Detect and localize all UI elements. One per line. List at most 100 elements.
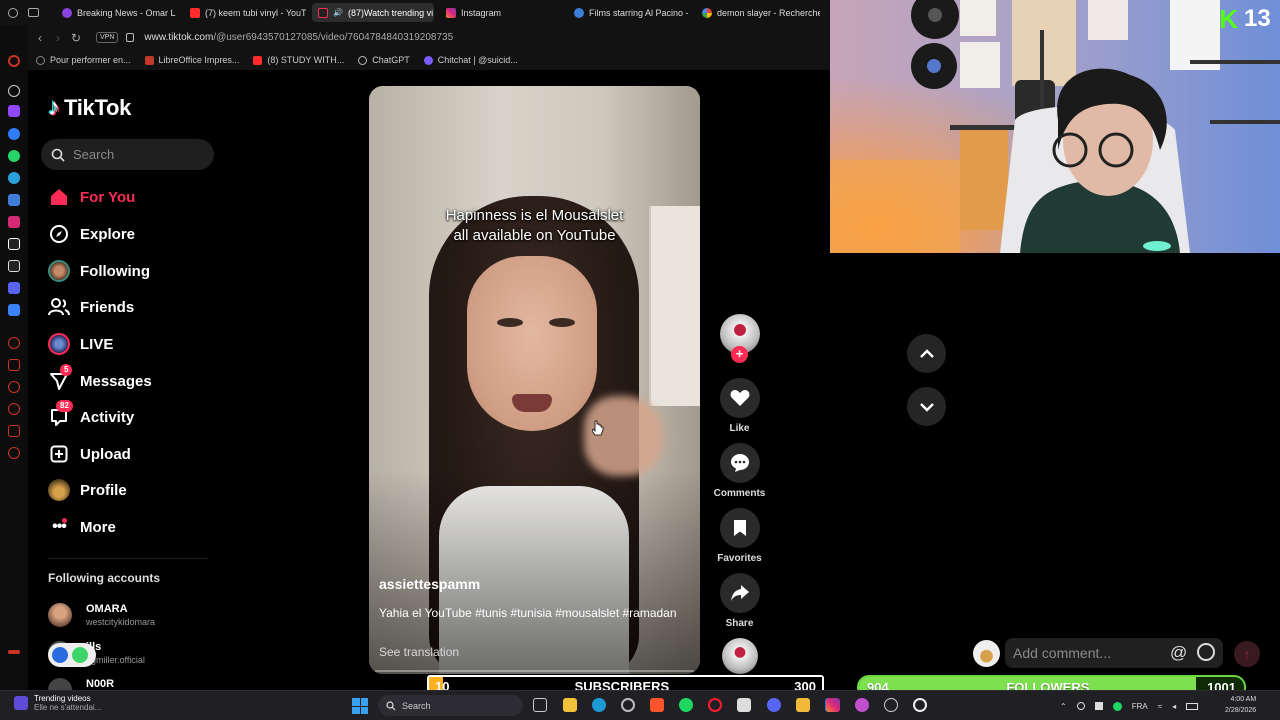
search-input[interactable]: [73, 147, 203, 162]
app-icon[interactable]: [855, 698, 869, 712]
post-comment-button[interactable]: ↑: [1234, 641, 1260, 667]
messenger-icon[interactable]: [8, 128, 20, 140]
tab-list-icon[interactable]: [28, 8, 39, 17]
instagram-icon[interactable]: [826, 698, 840, 712]
video-author[interactable]: assiettespamm: [379, 576, 480, 592]
settings-icon[interactable]: [8, 447, 20, 459]
discord-icon[interactable]: [767, 698, 781, 712]
video-progress-bar[interactable]: [375, 670, 694, 672]
bookmark-item[interactable]: Pour performer en...: [36, 55, 131, 65]
emoji-icon[interactable]: [1197, 643, 1215, 661]
mention-icon[interactable]: @: [1170, 643, 1187, 663]
tab-youtube[interactable]: (7) keem tubi vinyl - YouTu: [184, 3, 306, 22]
opera-icon[interactable]: [708, 698, 722, 712]
tab-google-search[interactable]: demon slayer - Recherche: [696, 3, 820, 22]
share-button[interactable]: Share: [713, 573, 766, 629]
player-icon[interactable]: [8, 359, 20, 371]
settings-icon[interactable]: [621, 698, 635, 712]
spotify-icon[interactable]: [679, 698, 693, 712]
notification-widget[interactable]: Trending videos Elle ne s'attendai...: [14, 694, 101, 712]
folder-icon[interactable]: [796, 698, 810, 712]
tiktok-icon[interactable]: [8, 238, 20, 250]
battery-icon[interactable]: [1186, 702, 1199, 710]
profile-icon[interactable]: [8, 7, 18, 18]
bookmark-item[interactable]: Chitchat | @suicid...: [423, 55, 518, 65]
tab-instagram[interactable]: Instagram: [440, 3, 560, 22]
tiktok-logo[interactable]: ♪ TikTok: [48, 95, 131, 121]
extension-icon[interactable]: [8, 304, 20, 316]
language-indicator[interactable]: FRA: [1132, 702, 1148, 711]
comment-box[interactable]: [1005, 638, 1223, 668]
nav-following[interactable]: Following: [48, 257, 150, 285]
comments-button[interactable]: Comments: [713, 443, 766, 499]
favorites-button[interactable]: Favorites: [713, 508, 766, 564]
edge-icon[interactable]: [592, 698, 606, 712]
x-icon[interactable]: [8, 260, 20, 272]
tray-app-icon[interactable]: [1094, 702, 1103, 710]
tab-tiktok-active[interactable]: 🔊 (87)Watch trending vi: [312, 3, 434, 22]
reload-icon[interactable]: ↻: [70, 31, 82, 45]
tab-films[interactable]: Films starring Al Pacino -: [568, 3, 692, 22]
brave-icon[interactable]: [650, 698, 664, 712]
next-video-button[interactable]: [907, 387, 946, 426]
store-icon[interactable]: [737, 698, 751, 712]
search-bar[interactable]: [41, 139, 214, 170]
nav-for-you[interactable]: For You: [48, 183, 135, 211]
live-avatar-icon: [48, 333, 70, 355]
nav-messages[interactable]: 5 Messages: [48, 364, 152, 395]
nav-live[interactable]: LIVE: [48, 330, 113, 358]
bookmark-icon[interactable]: [8, 425, 20, 437]
taskbar-clock[interactable]: 4:00 AM 2/28/2026: [1225, 694, 1256, 716]
see-translation-link[interactable]: See translation: [379, 645, 459, 659]
telegram-icon[interactable]: [8, 172, 20, 184]
whatsapp-icon[interactable]: [8, 150, 20, 162]
tray-chevron-icon[interactable]: ⌃: [1060, 702, 1067, 711]
bookmark-item[interactable]: LibreOffice Impres...: [144, 55, 239, 65]
bookmark-item[interactable]: ChatGPT: [358, 55, 410, 65]
clock-icon[interactable]: [8, 403, 20, 415]
nav-profile[interactable]: Profile: [48, 476, 127, 504]
tray-app-icon[interactable]: [1076, 702, 1085, 710]
opera-icon[interactable]: [8, 55, 20, 67]
nav-friends[interactable]: Friends: [48, 293, 134, 321]
vk-icon[interactable]: [8, 194, 20, 206]
previous-video-button[interactable]: [907, 334, 946, 373]
task-view-icon[interactable]: [533, 698, 547, 712]
follow-plus-icon[interactable]: +: [731, 346, 748, 363]
twitch-icon[interactable]: [8, 105, 20, 117]
more-icon[interactable]: [8, 650, 20, 654]
following-account[interactable]: OMARA westcitykidomara: [48, 603, 155, 627]
nav-more[interactable]: ••• More: [48, 513, 116, 541]
overlay-toggle-widget[interactable]: [48, 643, 96, 667]
video-description[interactable]: Yahia el YouTube #tunis #tunisia #mousal…: [379, 606, 677, 620]
volume-icon[interactable]: ◂: [1172, 702, 1176, 711]
forward-icon[interactable]: ›: [52, 31, 64, 45]
history-icon[interactable]: [8, 337, 20, 349]
nav-explore[interactable]: Explore: [48, 220, 135, 248]
nav-activity[interactable]: 82 Activity: [48, 400, 134, 431]
comment-input[interactable]: [1013, 645, 1171, 661]
nav-upload[interactable]: Upload: [48, 440, 131, 468]
chatgpt-icon[interactable]: [8, 85, 20, 97]
speaker-icon[interactable]: 🔊: [333, 8, 343, 17]
like-button[interactable]: Like: [713, 378, 766, 434]
taskbar-search[interactable]: Search: [378, 695, 523, 716]
url-field[interactable]: www.tiktok.com/@user6943570127085/video/…: [144, 32, 453, 43]
instagram-icon[interactable]: [8, 216, 20, 228]
discord-icon[interactable]: [8, 282, 20, 294]
heart-icon[interactable]: [8, 381, 20, 393]
file-explorer-icon[interactable]: [563, 698, 577, 712]
sound-disc-button[interactable]: [713, 638, 766, 674]
app-icon[interactable]: [884, 698, 898, 712]
lock-icon[interactable]: [126, 33, 135, 42]
bookmark-item[interactable]: (8) STUDY WITH...: [253, 55, 344, 65]
back-icon[interactable]: ‹: [34, 31, 46, 45]
obs-icon[interactable]: [913, 698, 927, 712]
windows-start-icon[interactable]: [352, 698, 368, 714]
wifi-icon[interactable]: ≈: [1158, 702, 1162, 711]
tray-app-icon[interactable]: [1112, 701, 1122, 711]
vpn-badge[interactable]: VPN: [96, 32, 119, 43]
tab-breaking-news[interactable]: Breaking News - Omar La: [56, 3, 176, 22]
author-avatar-button[interactable]: +: [713, 314, 766, 363]
video-player[interactable]: Hapinness is el Mousalslet all available…: [369, 86, 700, 674]
